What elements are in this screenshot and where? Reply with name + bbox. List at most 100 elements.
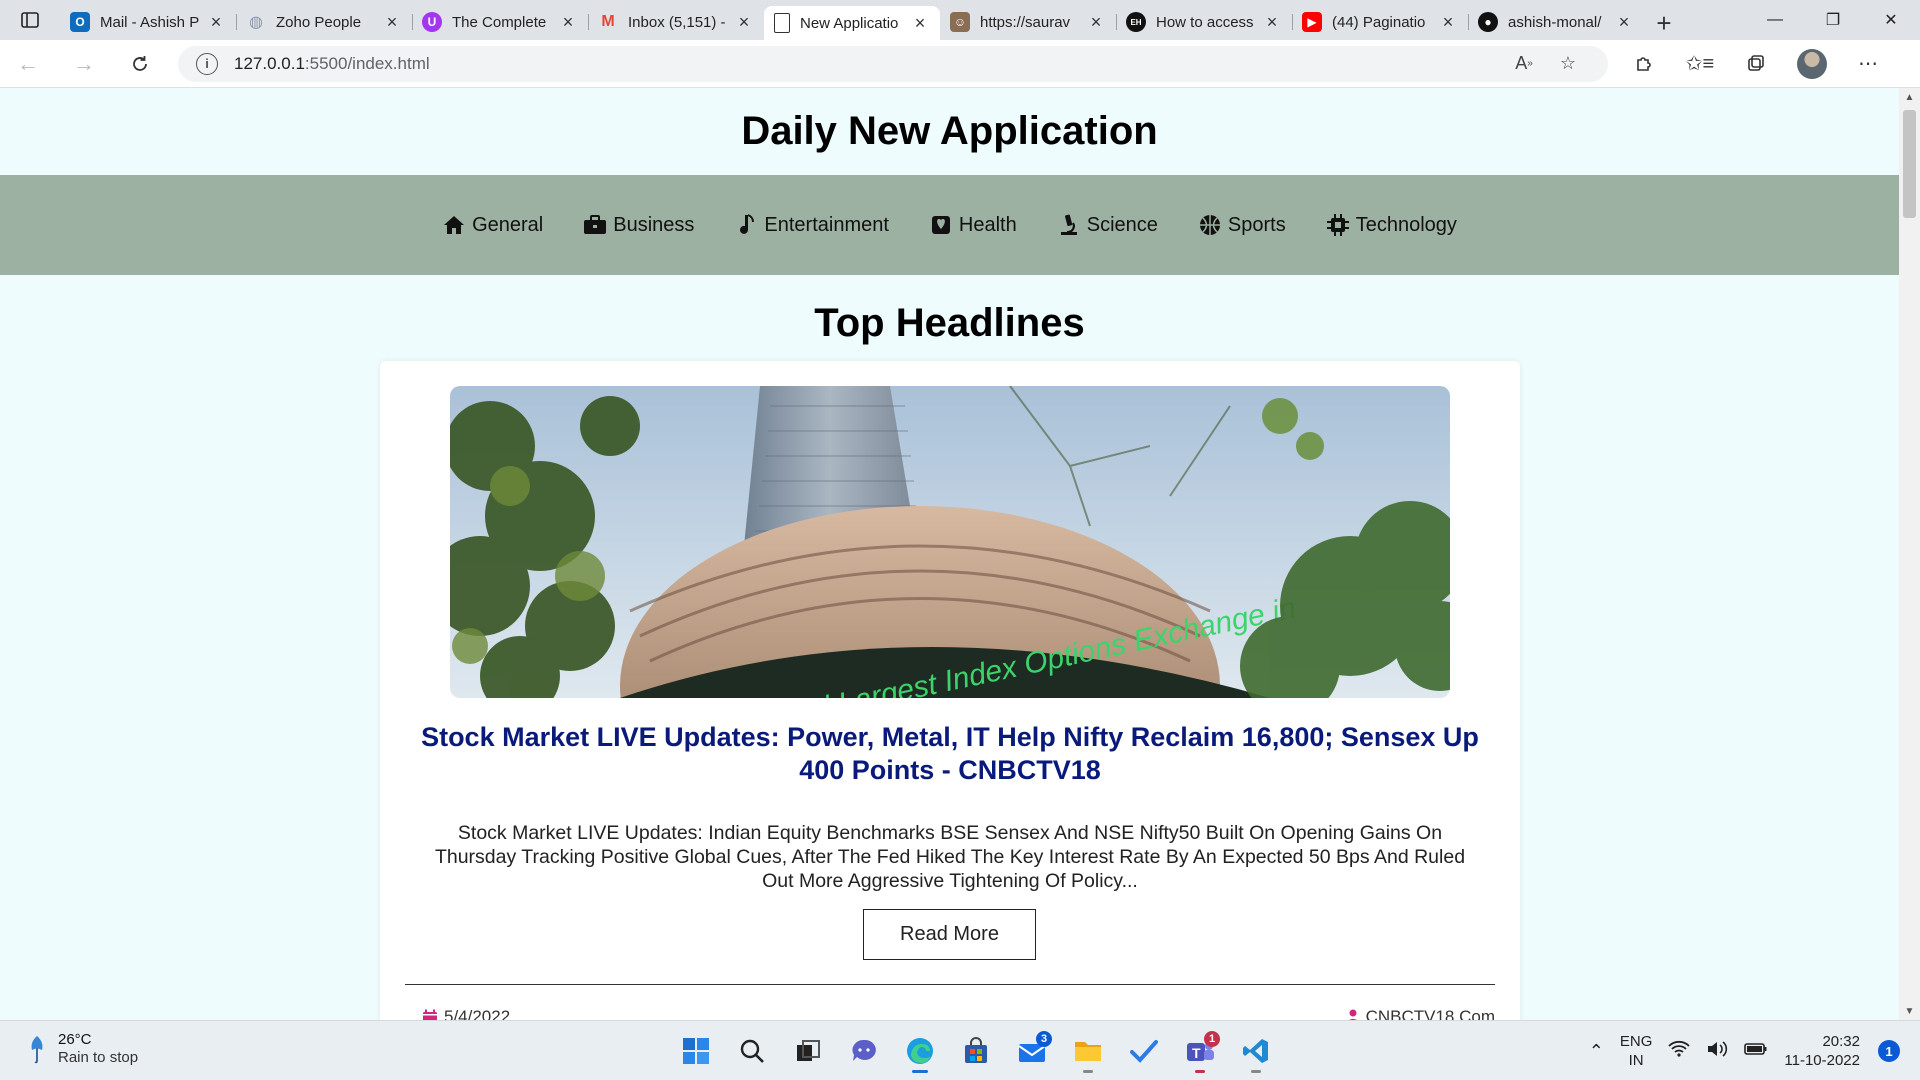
tab-close-icon[interactable]: × (206, 12, 226, 33)
outlook-icon: O (70, 12, 90, 32)
favorites-icon[interactable]: ✩≡ (1672, 44, 1728, 84)
tab-close-icon[interactable]: × (382, 12, 402, 33)
category-entertainment[interactable]: Entertainment (714, 213, 909, 237)
category-science[interactable]: Science (1037, 213, 1178, 237)
battery-icon[interactable] (1736, 1041, 1776, 1062)
music-note-icon (734, 213, 758, 237)
tab-title: New Applicatio (800, 14, 899, 32)
category-health[interactable]: Health (909, 213, 1037, 237)
eh-icon: EH (1126, 12, 1146, 32)
tab-actions-menu[interactable] (0, 0, 60, 40)
network-icon[interactable] (1660, 1040, 1698, 1063)
task-view-icon (797, 1040, 820, 1061)
store-button[interactable] (948, 1029, 1004, 1073)
scroll-up-arrow[interactable]: ▲ (1899, 88, 1920, 106)
microscope-icon (1057, 213, 1081, 237)
article-date-text: 5/4/2022 (444, 1007, 511, 1020)
browser-tab[interactable]: M Inbox (5,151) - × (588, 6, 764, 38)
article-image[interactable]: Ranked 3rd Largest Index Options Exchang… (450, 386, 1450, 698)
tab-close-icon[interactable]: × (1262, 12, 1282, 33)
article-headline[interactable]: Stock Market LIVE Updates: Power, Metal,… (400, 721, 1500, 787)
category-business[interactable]: Business (563, 213, 714, 237)
clock-date: 11-10-2022 (1784, 1052, 1860, 1069)
tray-overflow-chevron[interactable]: ⌃ (1581, 1041, 1612, 1061)
collections-icon[interactable] (1728, 44, 1784, 84)
restore-button[interactable]: ❐ (1804, 0, 1862, 40)
add-favorite-icon[interactable]: ☆ (1546, 53, 1590, 74)
browser-tab[interactable]: New Applicatio × (764, 6, 940, 40)
tab-title: https://saurav (980, 13, 1071, 31)
weather-widget[interactable]: 26°C Rain to stop (28, 1031, 138, 1067)
tab-close-icon[interactable]: × (734, 12, 754, 33)
category-label: General (472, 213, 544, 236)
site-title: Daily New Application (741, 109, 1158, 153)
edge-icon (907, 1038, 933, 1064)
browser-tab[interactable]: ◍ Zoho People × (236, 6, 412, 38)
tab-close-icon[interactable]: × (1438, 12, 1458, 33)
start-button[interactable] (668, 1029, 724, 1073)
category-label: Business (613, 213, 695, 236)
extensions-icon[interactable] (1616, 44, 1672, 84)
window-controls: — ❐ ✕ (1746, 0, 1920, 40)
tab-close-icon[interactable]: × (1614, 12, 1634, 33)
tab-close-icon[interactable]: × (910, 13, 930, 34)
tab-close-icon[interactable]: × (1086, 12, 1106, 33)
browser-tab[interactable]: EH How to access × (1116, 6, 1292, 38)
profile-button[interactable] (1784, 44, 1840, 84)
chat-button[interactable] (836, 1029, 892, 1073)
category-label: Entertainment (764, 213, 889, 236)
weather-temp: 26°C (58, 1031, 92, 1048)
refresh-button[interactable] (112, 44, 168, 84)
browser-tab[interactable]: ● ashish-monal/ × (1468, 6, 1644, 38)
task-view-button[interactable] (780, 1029, 836, 1073)
close-window-button[interactable]: ✕ (1862, 0, 1920, 40)
settings-more-icon[interactable]: ⋯ (1840, 44, 1896, 84)
category-technology[interactable]: Technology (1306, 213, 1477, 237)
tab-title: How to access (1156, 13, 1254, 31)
scroll-thumb[interactable] (1903, 110, 1916, 218)
category-general[interactable]: General (422, 213, 563, 237)
browser-tab[interactable]: U The Complete × (412, 6, 588, 38)
teams-button[interactable]: T 1 (1172, 1029, 1228, 1073)
volume-icon[interactable] (1698, 1040, 1736, 1063)
file-explorer-button[interactable] (1060, 1029, 1116, 1073)
health-icon (929, 213, 953, 237)
browser-tab[interactable]: ☺ https://saurav × (940, 6, 1116, 38)
article-source: CNBCTV18.Com (1346, 1007, 1495, 1020)
read-more-button[interactable]: Read More (863, 909, 1036, 960)
scroll-down-arrow[interactable]: ▼ (1899, 1002, 1920, 1020)
article-card: Ranked 3rd Largest Index Options Exchang… (380, 361, 1520, 1020)
checkmark-icon (1130, 1040, 1158, 1063)
tab-title: The Complete (452, 13, 547, 31)
read-aloud-icon[interactable]: A» (1502, 53, 1546, 74)
tab-title: Inbox (5,151) - (628, 13, 726, 31)
edge-button[interactable] (892, 1029, 948, 1073)
category-sports[interactable]: Sports (1178, 213, 1306, 237)
page-scrollbar[interactable]: ▲ ▼ (1899, 88, 1920, 1020)
mail-button[interactable]: 3 (1004, 1029, 1060, 1073)
back-button[interactable]: ← (0, 44, 56, 84)
svg-text:T: T (1192, 1045, 1201, 1061)
youtube-icon: ▶ (1302, 12, 1322, 32)
todo-button[interactable] (1116, 1029, 1172, 1073)
article-source-text: CNBCTV18.Com (1365, 1007, 1495, 1020)
notification-badge[interactable]: 1 (1878, 1040, 1900, 1062)
vscode-button[interactable] (1228, 1029, 1284, 1073)
tab-close-icon[interactable]: × (558, 12, 578, 33)
browser-tab[interactable]: ▶ (44) Paginatio × (1292, 6, 1468, 38)
site-info-icon[interactable]: i (196, 52, 218, 75)
region-code: IN (1628, 1052, 1644, 1069)
language-code: ENG (1619, 1033, 1653, 1050)
forward-button[interactable]: → (56, 44, 112, 84)
url-text[interactable]: 127.0.0.1:5500/index.html (234, 54, 1502, 74)
page-viewport: Daily New Application General Business Ent… (0, 88, 1899, 1020)
browser-tab[interactable]: O Mail - Ashish P × (60, 6, 236, 38)
udemy-icon: U (422, 12, 442, 32)
search-taskbar-button[interactable] (724, 1029, 780, 1073)
language-indicator[interactable]: ENG IN (1612, 1032, 1661, 1070)
clock[interactable]: 20:32 11-10-2022 (1776, 1032, 1868, 1070)
new-tab-button[interactable]: + (1644, 7, 1684, 39)
mail-badge: 3 (1036, 1031, 1052, 1047)
minimize-button[interactable]: — (1746, 0, 1804, 40)
address-bar[interactable]: i 127.0.0.1:5500/index.html A» ☆ (178, 45, 1608, 82)
